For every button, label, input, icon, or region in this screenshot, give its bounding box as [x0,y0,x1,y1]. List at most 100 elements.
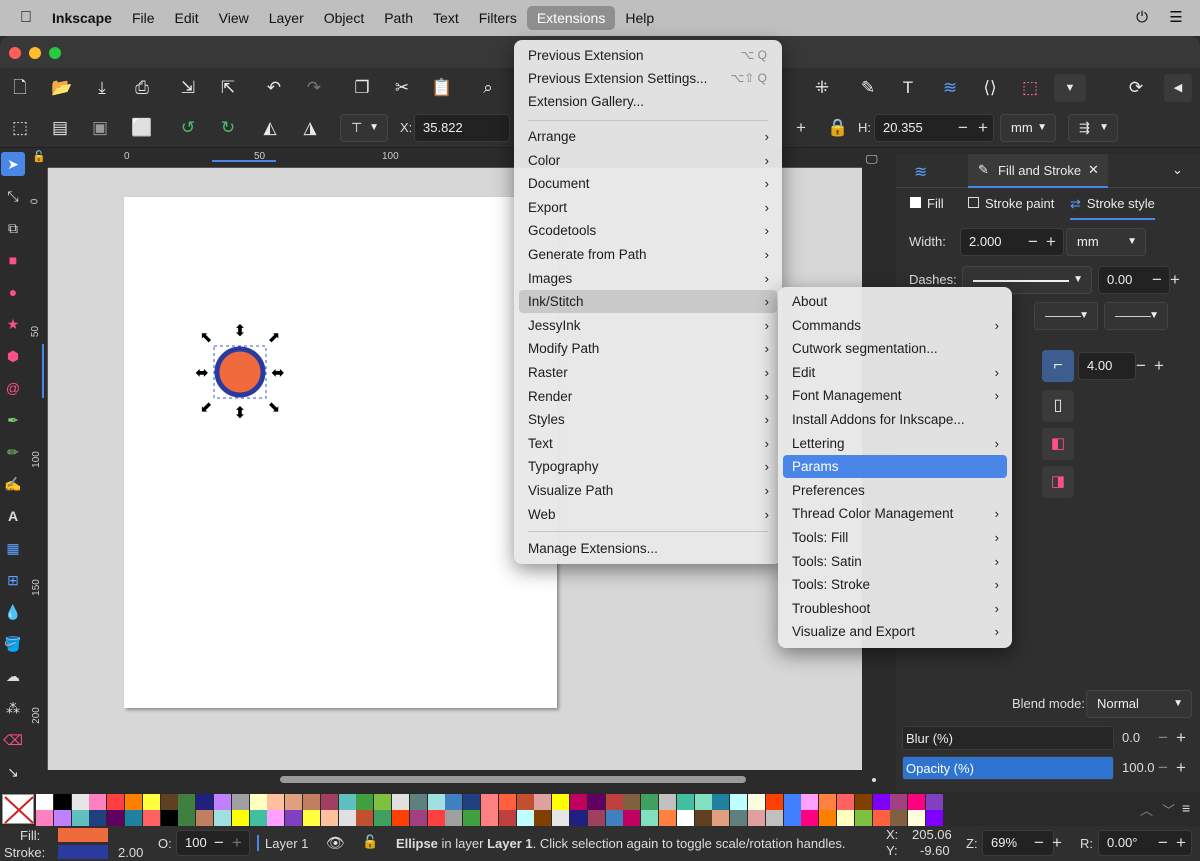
inkstitch-menu-item[interactable]: Tools: Stroke › [783,573,1007,596]
menu-item-submenu[interactable]: Gcodetools › [519,219,777,242]
snap-toggle-icon[interactable]: ⟳ [1122,74,1150,102]
tab-fill-and-stroke[interactable]: ✎ Fill and Stroke ✕ [968,154,1108,188]
menu-item-submenu[interactable]: Modify Path › [519,337,777,360]
h-plus-icon[interactable]: + [978,114,988,142]
palette-swatch[interactable] [605,794,623,810]
menu-item-submenu[interactable]: Render › [519,385,777,408]
blur-slider[interactable]: Blur (%) [902,726,1114,750]
palette-swatch[interactable] [552,794,570,810]
inkstitch-menu-item[interactable]: Lettering › [783,432,1007,455]
fill-indicator[interactable] [58,828,108,842]
shape-builder-icon[interactable]: ⧉ [1,216,25,240]
zoom-window-button[interactable] [49,47,61,59]
width-minus-icon[interactable]: − [1028,228,1038,256]
palette-swatch[interactable] [872,794,890,810]
menu-item-submenu[interactable]: Ink/Stitch › [519,290,777,314]
zoom-minus-icon[interactable]: − [1034,829,1044,857]
palette-swatch[interactable] [320,794,338,810]
apple-icon[interactable]:  [0,9,52,27]
x-input[interactable]: 35.822 [414,114,510,142]
menu-item-submenu[interactable]: Text › [519,432,777,455]
palette-swatch[interactable] [481,794,498,810]
3d-box-tool-icon[interactable]: ⬢ [1,344,25,368]
layers-panel-icon[interactable]: ≋ [914,162,927,182]
inkstitch-menu-item[interactable]: About [783,290,1007,313]
stroke-indicator[interactable] [58,845,108,859]
palette-swatch[interactable] [320,810,338,826]
undo-icon[interactable]: ↶ [260,74,288,102]
palette-swatch[interactable] [819,810,837,826]
palette-swatch[interactable] [890,794,908,810]
inkstitch-menu-item[interactable]: Params [783,455,1007,479]
connector-tool-icon[interactable]: ↘ [1,760,25,784]
palette-swatch[interactable] [552,810,570,826]
node-tool-icon[interactable]: ⤡ [1,184,25,208]
palette-swatch[interactable] [160,794,178,810]
document-page[interactable] [124,197,557,708]
menu-item-previous-extension[interactable]: Previous Extension ⌥ Q [519,44,777,67]
menu-filters[interactable]: Filters [469,6,527,30]
transform-options-dropdown[interactable]: ⇶ ▼ [1068,114,1118,142]
miter-limit-input[interactable]: 4.00 [1078,352,1136,380]
palette-swatch[interactable] [196,810,214,826]
handle-bottomleft-icon[interactable]: ⬋ [200,398,213,416]
miter-minus-icon[interactable]: − [1136,352,1146,380]
palette-swatch[interactable] [160,810,178,826]
width-plus-icon[interactable]: + [1046,228,1056,256]
inkstitch-menu-item[interactable]: Troubleshoot › [783,597,1007,620]
markers-end-dropdown[interactable]: ▼ [1104,302,1168,330]
flip-horizontal-icon[interactable]: ◭ [256,114,284,142]
palette-swatch[interactable] [427,810,445,826]
palette-swatch[interactable] [392,794,409,810]
inkstitch-menu-item[interactable]: Tools: Fill › [783,526,1007,549]
palette-swatch[interactable] [107,810,125,826]
order-fill-over-button[interactable]: ◨ [1042,466,1074,498]
palette-swatch[interactable] [605,810,623,826]
palette-scroll-up-icon[interactable]: ︿ [1140,800,1153,819]
menu-item-extension-gallery[interactable]: Extension Gallery... [519,90,777,113]
palette-swatch[interactable] [854,810,872,826]
handle-topleft-icon[interactable]: ⬉ [200,328,213,346]
menu-file[interactable]: File [122,6,165,30]
inkstitch-menu-item[interactable]: Cutwork segmentation... [783,337,1007,360]
menu-extensions[interactable]: Extensions [526,6,616,30]
palette-swatch[interactable] [374,810,392,826]
inkstitch-menu-item[interactable]: Font Management › [783,384,1007,407]
palette-swatch[interactable] [338,794,356,810]
palette-swatch[interactable] [125,794,142,810]
palette-swatch[interactable] [837,810,854,826]
align-dropdown[interactable]: ⊤ ▼ [340,114,388,142]
menu-item-submenu[interactable]: Color › [519,149,777,172]
palette-swatch[interactable] [890,810,908,826]
palette-menu-icon[interactable]: ≡ [1182,800,1190,816]
open-folder-icon[interactable]: 📂 [48,74,76,102]
w-plus-icon[interactable]: + [796,114,806,142]
handle-left-icon[interactable]: ⬌ [195,363,208,382]
new-document-icon[interactable]: 🗋 [6,74,34,102]
palette-swatch[interactable] [142,794,160,810]
palette-swatch[interactable] [71,794,89,810]
palette-swatch[interactable] [249,794,267,810]
palette-swatch[interactable] [570,810,587,826]
menu-help[interactable]: Help [615,6,664,30]
menu-path[interactable]: Path [374,6,423,30]
dash-plus-icon[interactable]: + [1170,266,1180,294]
blend-mode-dropdown[interactable]: Normal ▼ [1086,690,1192,718]
inkstitch-menu-item[interactable]: Thread Color Management › [783,502,1007,525]
palette-swatch[interactable] [178,810,196,826]
miter-plus-icon[interactable]: + [1154,352,1164,380]
palette-scroll-down-icon[interactable]: ﹀ [1162,800,1175,819]
more-commands-icon[interactable]: ▼ [1054,74,1086,102]
flip-vertical-icon[interactable]: ◮ [296,114,324,142]
spray-tool-icon[interactable]: ⁂ [1,696,25,720]
menu-object[interactable]: Object [314,6,374,30]
palette-swatch[interactable] [765,794,783,810]
save-icon[interactable]: ⤓ [88,74,116,102]
palette-swatch[interactable] [53,810,71,826]
menu-item-submenu[interactable]: Typography › [519,455,777,478]
palette-swatch[interactable] [338,810,356,826]
palette-swatch[interactable] [641,794,659,810]
palette-swatch[interactable] [231,810,249,826]
palette-swatch[interactable] [534,794,552,810]
h-minus-icon[interactable]: − [958,114,968,142]
